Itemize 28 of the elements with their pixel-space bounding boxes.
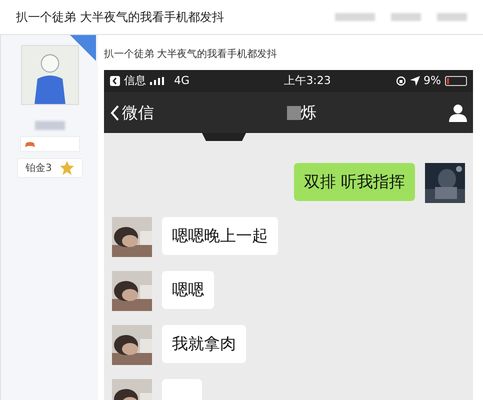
battery-icon (445, 76, 467, 86)
signal-icon (150, 77, 164, 85)
rotation-lock-icon (396, 76, 406, 86)
rank-label: 铂金3 (26, 162, 52, 176)
message-bubble: 我就拿肉 (162, 325, 246, 363)
post-title: 扒一个徒弟 大半夜气的我看手机都发抖 (104, 48, 278, 59)
back-label[interactable]: 信息 (124, 72, 146, 90)
location-icon (410, 76, 420, 86)
corner-ribbon (70, 35, 96, 61)
message-bubble: 嗯嗯 (162, 271, 214, 309)
chevron-left-icon[interactable] (110, 104, 120, 120)
blurred-block (286, 106, 300, 120)
star-badge-icon (60, 161, 74, 175)
user-icon[interactable] (449, 104, 467, 122)
back-link[interactable]: 微信 (122, 100, 154, 124)
battery-percent: 9% (424, 72, 441, 89)
clock: 上午3:23 (284, 72, 331, 89)
chat-title: 烁 (300, 102, 316, 124)
message-bubble: 嗯嗯晚上一起 (162, 217, 278, 255)
message-bubble: 双排 听我指挥 (294, 163, 415, 201)
blurred-block (437, 13, 467, 21)
blurred-block (391, 13, 421, 21)
thread-title: 扒一个徒弟 大半夜气的我看手机都发抖 (16, 9, 224, 26)
back-icon[interactable] (110, 76, 120, 86)
blurred-username (34, 121, 64, 130)
avatar-figure (20, 45, 78, 105)
network-label: 4G (174, 72, 190, 89)
blurred-block (335, 13, 375, 21)
